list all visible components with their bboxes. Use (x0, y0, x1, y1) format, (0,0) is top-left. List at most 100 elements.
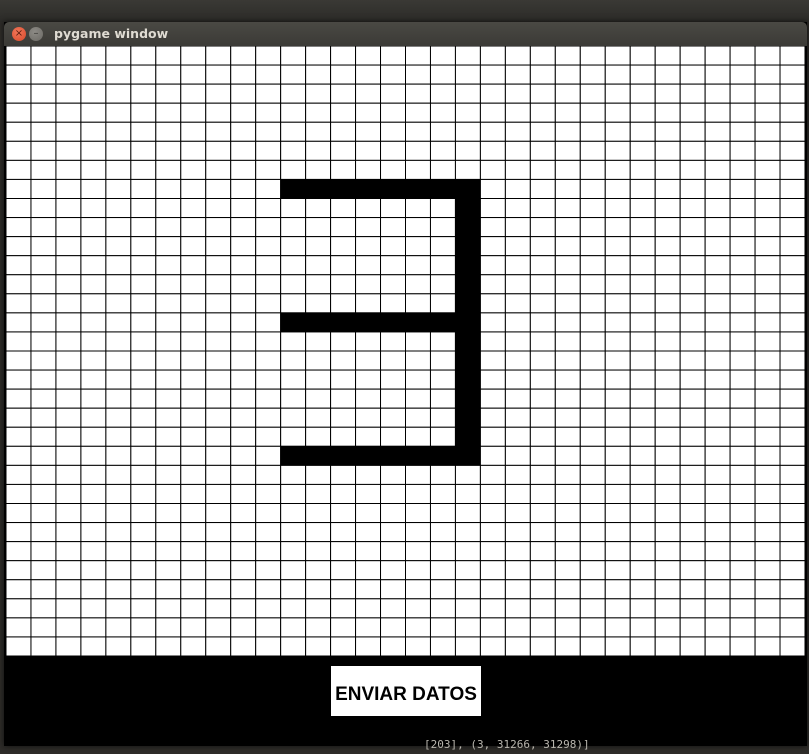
grid-cell[interactable] (479, 445, 506, 466)
grid-cell[interactable] (604, 121, 631, 142)
grid-cell[interactable] (155, 255, 182, 276)
grid-cell[interactable] (629, 598, 656, 619)
grid-cell[interactable] (429, 464, 456, 485)
grid-cell[interactable] (230, 522, 257, 543)
grid-cell[interactable] (380, 598, 406, 619)
grid-cell[interactable] (30, 293, 57, 314)
grid-cell[interactable] (479, 64, 506, 85)
grid-cell[interactable] (330, 426, 357, 447)
grid-cell[interactable] (55, 217, 82, 238)
grid-cell[interactable] (280, 598, 307, 619)
grid-cell[interactable] (504, 636, 531, 656)
grid-cell[interactable] (305, 407, 332, 428)
grid-cell[interactable] (779, 331, 805, 352)
grid-cell[interactable] (330, 579, 357, 600)
grid-cell-painted[interactable] (454, 312, 481, 333)
grid-cell[interactable] (80, 121, 107, 142)
grid-cell[interactable] (729, 636, 756, 656)
grid-cell[interactable] (579, 140, 606, 161)
grid-cell[interactable] (280, 236, 307, 257)
grid-cell[interactable] (130, 522, 157, 543)
grid-cell[interactable] (704, 331, 731, 352)
grid-cell[interactable] (779, 522, 805, 543)
grid-cell[interactable] (579, 426, 606, 447)
grid-cell[interactable] (305, 560, 332, 581)
grid-cell[interactable] (704, 636, 731, 656)
grid-cell-painted[interactable] (405, 312, 431, 333)
grid-cell[interactable] (130, 217, 157, 238)
grid-cell[interactable] (529, 274, 556, 295)
grid-cell[interactable] (654, 217, 681, 238)
grid-cell[interactable] (579, 178, 606, 200)
grid-cell[interactable] (105, 636, 132, 656)
grid-cell[interactable] (55, 293, 82, 314)
grid-cell[interactable] (679, 522, 706, 543)
grid-cell[interactable] (6, 255, 32, 276)
grid-cell[interactable] (130, 464, 157, 485)
grid-cell[interactable] (529, 255, 556, 276)
grid-cell[interactable] (330, 159, 357, 180)
grid-cell[interactable] (429, 159, 456, 180)
grid-cell[interactable] (6, 522, 32, 543)
grid-cell[interactable] (429, 293, 456, 314)
grid-cell[interactable] (180, 541, 207, 562)
grid-cell[interactable] (504, 464, 531, 485)
grid-cell[interactable] (330, 636, 357, 656)
grid-cell[interactable] (454, 83, 481, 104)
grid-cell[interactable] (255, 312, 282, 333)
grid-cell[interactable] (355, 46, 382, 66)
grid-cell[interactable] (679, 312, 706, 333)
grid-cell-painted[interactable] (429, 178, 456, 200)
grid-cell[interactable] (754, 350, 781, 371)
grid-cell[interactable] (205, 350, 232, 371)
grid-cell[interactable] (105, 579, 132, 600)
grid-cell[interactable] (130, 579, 157, 600)
grid-cell[interactable] (55, 483, 82, 505)
grid-cell[interactable] (255, 255, 282, 276)
grid-cell[interactable] (479, 331, 506, 352)
grid-cell[interactable] (105, 217, 132, 238)
grid-cell[interactable] (305, 369, 332, 390)
grid-cell[interactable] (529, 236, 556, 257)
grid-cell[interactable] (230, 541, 257, 562)
grid-cell[interactable] (280, 274, 307, 295)
grid-cell[interactable] (405, 598, 431, 619)
grid-cell[interactable] (280, 140, 307, 161)
grid-cell[interactable] (429, 426, 456, 447)
grid-cell[interactable] (155, 121, 182, 142)
grid-cell[interactable] (654, 388, 681, 409)
grid-cell[interactable] (529, 102, 556, 123)
grid-cell[interactable] (679, 331, 706, 352)
grid-cell[interactable] (205, 64, 232, 85)
grid-cell[interactable] (629, 407, 656, 428)
grid-cell[interactable] (704, 293, 731, 314)
grid-cell[interactable] (355, 274, 382, 295)
grid-cell[interactable] (255, 503, 282, 524)
grid-cell[interactable] (604, 64, 631, 85)
grid-cell[interactable] (180, 483, 207, 505)
grid-cell[interactable] (405, 46, 431, 66)
grid-cell[interactable] (180, 407, 207, 428)
grid-cell[interactable] (479, 407, 506, 428)
grid-cell[interactable] (429, 198, 456, 219)
grid-cell[interactable] (704, 617, 731, 638)
grid-cell[interactable] (629, 445, 656, 466)
grid-cell[interactable] (205, 46, 232, 66)
grid-cell[interactable] (155, 560, 182, 581)
grid-cell[interactable] (729, 464, 756, 485)
grid-cell[interactable] (155, 426, 182, 447)
grid-cell[interactable] (205, 617, 232, 638)
grid-cell[interactable] (6, 560, 32, 581)
grid-cell[interactable] (579, 121, 606, 142)
grid-cell[interactable] (330, 274, 357, 295)
grid-cell[interactable] (554, 369, 581, 390)
grid-cell[interactable] (579, 83, 606, 104)
grid-cell[interactable] (6, 331, 32, 352)
grid-cell[interactable] (729, 312, 756, 333)
grid-cell[interactable] (654, 236, 681, 257)
grid-cell[interactable] (429, 46, 456, 66)
grid-cell[interactable] (504, 369, 531, 390)
grid-cell[interactable] (30, 178, 57, 200)
grid-cell[interactable] (754, 560, 781, 581)
grid-cell[interactable] (305, 388, 332, 409)
